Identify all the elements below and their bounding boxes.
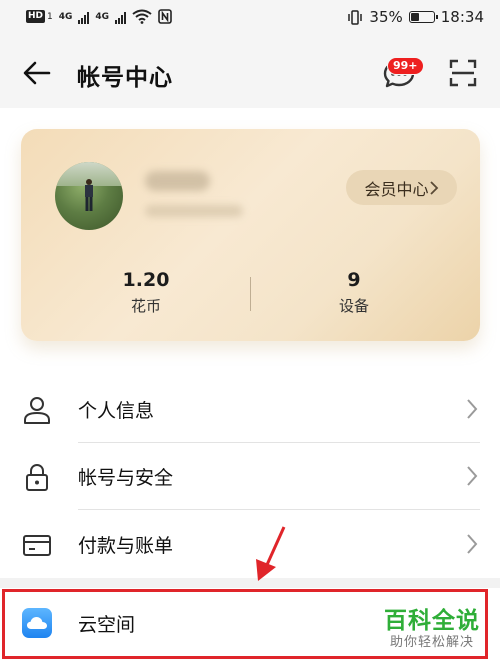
hd-indicator: HD [26, 10, 46, 23]
back-arrow-icon[interactable] [22, 58, 52, 88]
card-icon [23, 535, 51, 556]
watermark: 百科全说 助你轻松解决 [376, 607, 488, 651]
avatar-photo [85, 179, 93, 211]
sim1-label: 1 [47, 11, 53, 22]
member-center-button[interactable]: 会员中心 [346, 170, 457, 205]
lock-icon [26, 463, 48, 491]
signal-icon-1 [78, 10, 90, 24]
clock: 18:34 [440, 8, 484, 26]
coins-label: 花币 [130, 297, 161, 315]
vibrate-icon [348, 9, 363, 25]
annotation-arrow [256, 526, 286, 581]
menu-label-payment-billing: 付款与账单 [78, 535, 174, 557]
profile-card[interactable]: 会员中心 1.20 花币 9 设备 [21, 129, 480, 341]
network-label-1: 4G [58, 11, 73, 22]
chevron-right-icon [467, 399, 478, 419]
menu-item-personal-info[interactable]: 个人信息 [0, 376, 500, 442]
status-left: HD 1 4G 4G [26, 9, 172, 24]
scan-icon[interactable] [449, 59, 477, 87]
username-blurred [145, 171, 210, 191]
menu-label-personal-info: 个人信息 [78, 400, 155, 422]
chevron-right-icon [467, 534, 478, 554]
chevron-right-icon [429, 180, 438, 195]
page-title: 帐号中心 [77, 65, 173, 91]
wifi-icon [132, 9, 152, 24]
stat-divider [250, 277, 251, 311]
chevron-right-icon [467, 466, 478, 486]
divider [78, 509, 480, 510]
stat-devices[interactable]: 9 设备 [294, 269, 414, 316]
top-app-bar: 帐号中心 99+ [0, 38, 500, 108]
status-bar: HD 1 4G 4G 35% 18:34 [0, 0, 500, 38]
status-right: 35% 18:34 [347, 8, 484, 26]
message-badge: 99+ [387, 57, 424, 75]
menu-label-account-security: 帐号与安全 [78, 467, 174, 489]
person-icon [24, 397, 50, 424]
stat-coins[interactable]: 1.20 花币 [86, 269, 206, 316]
member-center-label: 会员中心 [364, 179, 429, 199]
network-label-2: 4G [95, 11, 110, 22]
avatar[interactable] [55, 162, 123, 230]
battery-percent: 35% [369, 8, 403, 26]
signal-icon-2 [115, 10, 127, 24]
devices-value: 9 [347, 269, 361, 291]
account-id-blurred [145, 205, 243, 217]
coins-value: 1.20 [122, 269, 170, 291]
nfc-icon [158, 9, 172, 24]
battery-icon [408, 11, 438, 23]
menu-item-account-security[interactable]: 帐号与安全 [0, 443, 500, 509]
watermark-subtitle: 助你轻松解决 [389, 635, 474, 650]
devices-label: 设备 [338, 297, 369, 315]
watermark-title: 百科全说 [384, 608, 480, 634]
